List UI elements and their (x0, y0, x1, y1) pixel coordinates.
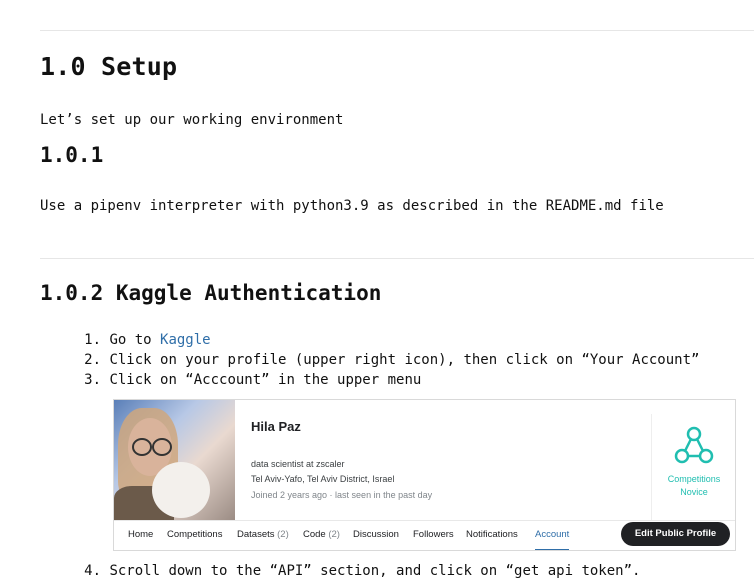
tier-category: Competitions (667, 474, 721, 484)
section-divider (40, 258, 754, 259)
tab-home[interactable]: Home (128, 529, 153, 540)
setup-intro: Let’s set up our working environment (40, 112, 344, 128)
tab-code[interactable]: Code (2) (303, 529, 340, 540)
tab-discussion[interactable]: Discussion (353, 529, 399, 540)
steps-list: 1. Go to Kaggle 2. Click on your profile… (73, 330, 699, 390)
profile-name: Hila Paz (251, 419, 301, 434)
edit-public-profile-button[interactable]: Edit Public Profile (621, 522, 730, 546)
tier-badge: Competitions Novice (651, 414, 735, 520)
kaggle-profile-screenshot: Hila Paz data scientist at zscaler Tel A… (113, 399, 736, 551)
tab-followers[interactable]: Followers (413, 529, 454, 540)
profile-headline: data scientist at zscaler (251, 459, 345, 469)
profile-photo (114, 400, 235, 520)
tab-datasets[interactable]: Datasets (2) (237, 529, 289, 540)
profile-location: Tel Aviv-Yafo, Tel Aviv District, Israel (251, 474, 395, 484)
competitions-tier-icon (674, 426, 714, 464)
kaggle-link[interactable]: Kaggle (160, 332, 211, 348)
setup-heading: 1.0 Setup (40, 52, 178, 81)
top-divider (40, 30, 754, 31)
tier-level: Novice (680, 487, 708, 497)
section-102-heading: 1.0.2 Kaggle Authentication (40, 281, 382, 305)
list-item: 2. Click on your profile (upper right ic… (84, 352, 700, 368)
tab-account[interactable]: Account (535, 529, 570, 550)
list-item: 3. Click on “Acccount” in the upper menu (84, 372, 422, 388)
tab-competitions[interactable]: Competitions (167, 529, 222, 540)
list-item: 4. Scroll down to the “API” section, and… (84, 563, 641, 579)
section-101-heading: 1.0.1 (40, 143, 104, 167)
list-item: 1. Go to Kaggle (84, 332, 211, 348)
tab-notifications[interactable]: Notifications (466, 529, 518, 540)
profile-joined: Joined 2 years ago · last seen in the pa… (251, 490, 433, 500)
section-101-text: Use a pipenv interpreter with python3.9 … (40, 198, 664, 214)
